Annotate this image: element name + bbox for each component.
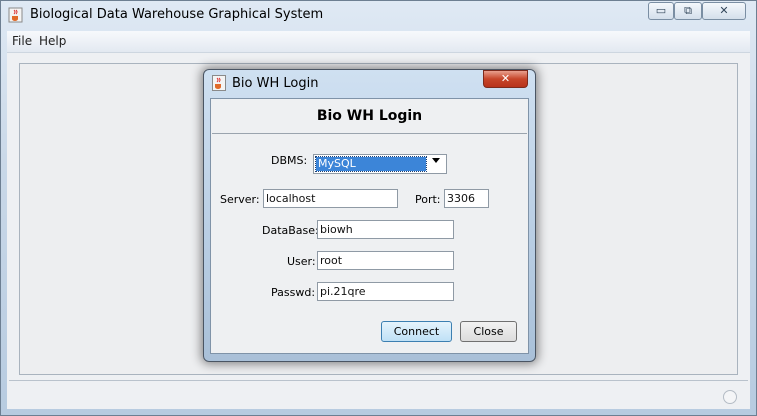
dbms-label: DBMS: — [271, 154, 308, 167]
close-button[interactable]: Close — [460, 321, 517, 342]
menu-file[interactable]: File — [12, 34, 32, 48]
dbms-selected-value[interactable]: MySQL — [315, 156, 427, 172]
dialog-title: Bio WH Login — [232, 76, 319, 91]
minimize-button[interactable]: ▭ — [648, 2, 674, 20]
chevron-down-icon[interactable] — [432, 158, 440, 163]
heading-divider — [212, 133, 527, 134]
status-bar-divider — [9, 380, 748, 381]
dialog-heading: Bio WH Login — [316, 108, 423, 124]
database-field[interactable]: biowh — [317, 220, 454, 239]
window-title: Biological Data Warehouse Graphical Syst… — [30, 7, 324, 22]
java-cup-icon — [212, 75, 226, 91]
database-label: DataBase: — [262, 224, 319, 237]
menu-bar — [7, 31, 750, 53]
port-field[interactable]: 3306 — [444, 189, 489, 208]
user-field[interactable]: root — [317, 251, 454, 270]
user-label: User: — [287, 255, 316, 268]
passwd-label: Passwd: — [271, 286, 316, 299]
close-window-button[interactable]: ✕ — [702, 2, 746, 20]
status-indicator-icon — [723, 390, 737, 404]
passwd-field[interactable]: pi.21qre — [317, 282, 454, 301]
dialog-close-icon[interactable]: ✕ — [483, 70, 528, 88]
connect-button[interactable]: Connect — [381, 321, 452, 342]
java-cup-icon — [8, 7, 23, 23]
server-field[interactable]: localhost — [263, 189, 398, 208]
maximize-button[interactable]: ⧉ — [674, 2, 702, 20]
server-label: Server: — [220, 193, 260, 206]
menu-help[interactable]: Help — [39, 34, 66, 48]
port-label: Port: — [415, 193, 441, 206]
